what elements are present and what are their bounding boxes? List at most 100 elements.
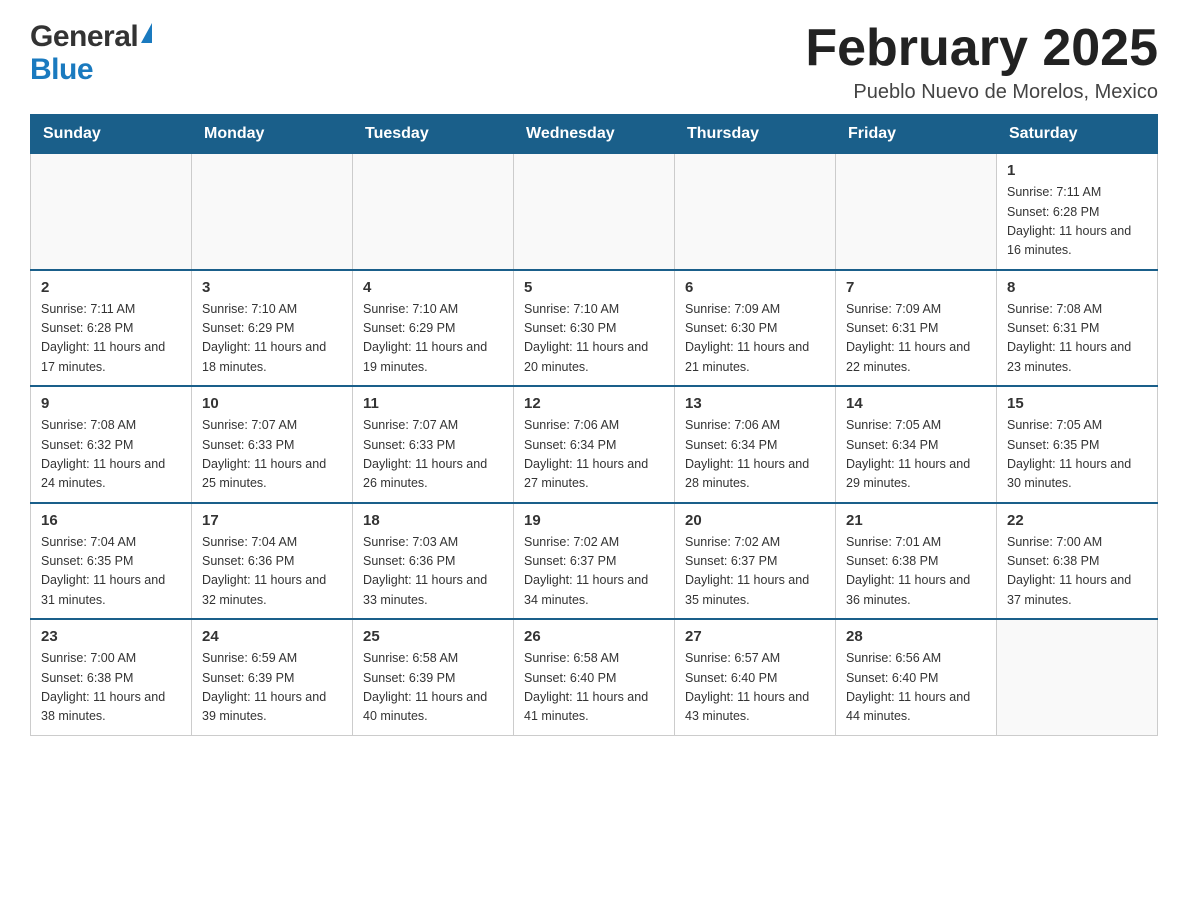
calendar-day-cell: 18 Sunrise: 7:03 AM Sunset: 6:36 PM Dayli… bbox=[353, 503, 514, 620]
calendar-day-cell: 9 Sunrise: 7:08 AM Sunset: 6:32 PM Daylig… bbox=[31, 386, 192, 503]
day-number: 26 bbox=[524, 628, 664, 645]
calendar-title: February 2025 bbox=[805, 20, 1158, 77]
calendar-subtitle: Pueblo Nuevo de Morelos, Mexico bbox=[805, 81, 1158, 104]
page-header: General Blue February 2025 Pueblo Nuevo … bbox=[30, 20, 1158, 104]
calendar-day-cell: 2 Sunrise: 7:11 AM Sunset: 6:28 PM Daylig… bbox=[31, 270, 192, 387]
calendar-day-cell: 13 Sunrise: 7:06 AM Sunset: 6:34 PM Dayli… bbox=[675, 386, 836, 503]
calendar-day-cell bbox=[353, 154, 514, 270]
calendar-week-row: 2 Sunrise: 7:11 AM Sunset: 6:28 PM Daylig… bbox=[31, 270, 1158, 387]
logo: General Blue bbox=[30, 20, 152, 86]
day-of-week-header: Tuesday bbox=[353, 115, 514, 154]
day-info: Sunrise: 7:08 AM Sunset: 6:32 PM Dayligh… bbox=[41, 416, 181, 494]
logo-blue-text: Blue bbox=[30, 53, 152, 86]
day-info: Sunrise: 7:10 AM Sunset: 6:29 PM Dayligh… bbox=[363, 300, 503, 378]
calendar-day-cell bbox=[997, 619, 1158, 735]
day-number: 12 bbox=[524, 395, 664, 412]
day-of-week-header: Monday bbox=[192, 115, 353, 154]
day-of-week-header: Wednesday bbox=[514, 115, 675, 154]
day-of-week-header: Friday bbox=[836, 115, 997, 154]
day-info: Sunrise: 7:10 AM Sunset: 6:29 PM Dayligh… bbox=[202, 300, 342, 378]
day-number: 18 bbox=[363, 512, 503, 529]
day-number: 9 bbox=[41, 395, 181, 412]
day-number: 22 bbox=[1007, 512, 1147, 529]
day-info: Sunrise: 7:11 AM Sunset: 6:28 PM Dayligh… bbox=[1007, 183, 1147, 261]
day-number: 3 bbox=[202, 279, 342, 296]
calendar-day-cell: 7Sunrise: 7:09 AM Sunset: 6:31 PM Daylig… bbox=[836, 270, 997, 387]
calendar-day-cell: 8Sunrise: 7:08 AM Sunset: 6:31 PM Daylig… bbox=[997, 270, 1158, 387]
calendar-day-cell bbox=[192, 154, 353, 270]
day-of-week-header: Sunday bbox=[31, 115, 192, 154]
day-info: Sunrise: 7:10 AM Sunset: 6:30 PM Dayligh… bbox=[524, 300, 664, 378]
calendar-day-cell: 24Sunrise: 6:59 AM Sunset: 6:39 PM Dayli… bbox=[192, 619, 353, 735]
day-number: 17 bbox=[202, 512, 342, 529]
calendar-day-cell: 25 Sunrise: 6:58 AM Sunset: 6:39 PM Dayli… bbox=[353, 619, 514, 735]
calendar-day-cell: 19 Sunrise: 7:02 AM Sunset: 6:37 PM Dayli… bbox=[514, 503, 675, 620]
day-number: 16 bbox=[41, 512, 181, 529]
calendar-day-cell bbox=[31, 154, 192, 270]
day-info: Sunrise: 7:02 AM Sunset: 6:37 PM Dayligh… bbox=[524, 533, 664, 611]
day-number: 11 bbox=[363, 395, 503, 412]
day-number: 14 bbox=[846, 395, 986, 412]
day-number: 8 bbox=[1007, 279, 1147, 296]
calendar-day-cell: 16 Sunrise: 7:04 AM Sunset: 6:35 PM Dayli… bbox=[31, 503, 192, 620]
day-number: 7 bbox=[846, 279, 986, 296]
calendar-week-row: 9 Sunrise: 7:08 AM Sunset: 6:32 PM Daylig… bbox=[31, 386, 1158, 503]
calendar-day-cell: 1 Sunrise: 7:11 AM Sunset: 6:28 PM Daylig… bbox=[997, 154, 1158, 270]
day-number: 24 bbox=[202, 628, 342, 645]
calendar-day-cell: 11 Sunrise: 7:07 AM Sunset: 6:33 PM Dayli… bbox=[353, 386, 514, 503]
day-info: Sunrise: 7:09 AM Sunset: 6:30 PM Dayligh… bbox=[685, 300, 825, 378]
day-info: Sunrise: 7:06 AM Sunset: 6:34 PM Dayligh… bbox=[685, 416, 825, 494]
day-of-week-header: Saturday bbox=[997, 115, 1158, 154]
day-info: Sunrise: 6:58 AM Sunset: 6:39 PM Dayligh… bbox=[363, 649, 503, 727]
day-number: 19 bbox=[524, 512, 664, 529]
day-number: 10 bbox=[202, 395, 342, 412]
calendar-week-row: 1 Sunrise: 7:11 AM Sunset: 6:28 PM Daylig… bbox=[31, 154, 1158, 270]
day-info: Sunrise: 7:00 AM Sunset: 6:38 PM Dayligh… bbox=[1007, 533, 1147, 611]
calendar-day-cell: 21 Sunrise: 7:01 AM Sunset: 6:38 PM Dayli… bbox=[836, 503, 997, 620]
day-info: Sunrise: 7:06 AM Sunset: 6:34 PM Dayligh… bbox=[524, 416, 664, 494]
day-info: Sunrise: 7:07 AM Sunset: 6:33 PM Dayligh… bbox=[202, 416, 342, 494]
calendar-week-row: 16 Sunrise: 7:04 AM Sunset: 6:35 PM Dayli… bbox=[31, 503, 1158, 620]
calendar-day-cell: 5Sunrise: 7:10 AM Sunset: 6:30 PM Daylig… bbox=[514, 270, 675, 387]
day-number: 1 bbox=[1007, 162, 1147, 179]
day-number: 20 bbox=[685, 512, 825, 529]
day-number: 21 bbox=[846, 512, 986, 529]
calendar-day-cell: 22 Sunrise: 7:00 AM Sunset: 6:38 PM Dayli… bbox=[997, 503, 1158, 620]
calendar-day-cell: 26 Sunrise: 6:58 AM Sunset: 6:40 PM Dayli… bbox=[514, 619, 675, 735]
calendar-day-cell: 3 Sunrise: 7:10 AM Sunset: 6:29 PM Daylig… bbox=[192, 270, 353, 387]
day-number: 13 bbox=[685, 395, 825, 412]
day-number: 4 bbox=[363, 279, 503, 296]
calendar-day-cell: 27Sunrise: 6:57 AM Sunset: 6:40 PM Dayli… bbox=[675, 619, 836, 735]
day-number: 15 bbox=[1007, 395, 1147, 412]
calendar-day-cell: 12 Sunrise: 7:06 AM Sunset: 6:34 PM Dayli… bbox=[514, 386, 675, 503]
calendar-day-cell: 15 Sunrise: 7:05 AM Sunset: 6:35 PM Dayli… bbox=[997, 386, 1158, 503]
calendar-day-cell bbox=[514, 154, 675, 270]
day-number: 23 bbox=[41, 628, 181, 645]
day-info: Sunrise: 7:07 AM Sunset: 6:33 PM Dayligh… bbox=[363, 416, 503, 494]
calendar-day-cell: 20 Sunrise: 7:02 AM Sunset: 6:37 PM Dayli… bbox=[675, 503, 836, 620]
day-info: Sunrise: 7:02 AM Sunset: 6:37 PM Dayligh… bbox=[685, 533, 825, 611]
day-number: 28 bbox=[846, 628, 986, 645]
day-info: Sunrise: 7:00 AM Sunset: 6:38 PM Dayligh… bbox=[41, 649, 181, 727]
calendar-table: SundayMondayTuesdayWednesdayThursdayFrid… bbox=[30, 114, 1158, 736]
day-info: Sunrise: 6:57 AM Sunset: 6:40 PM Dayligh… bbox=[685, 649, 825, 727]
calendar-day-cell bbox=[836, 154, 997, 270]
day-info: Sunrise: 7:05 AM Sunset: 6:35 PM Dayligh… bbox=[1007, 416, 1147, 494]
day-info: Sunrise: 6:58 AM Sunset: 6:40 PM Dayligh… bbox=[524, 649, 664, 727]
day-number: 25 bbox=[363, 628, 503, 645]
calendar-day-cell: 4 Sunrise: 7:10 AM Sunset: 6:29 PM Daylig… bbox=[353, 270, 514, 387]
calendar-header-row: SundayMondayTuesdayWednesdayThursdayFrid… bbox=[31, 115, 1158, 154]
day-info: Sunrise: 7:05 AM Sunset: 6:34 PM Dayligh… bbox=[846, 416, 986, 494]
day-info: Sunrise: 6:56 AM Sunset: 6:40 PM Dayligh… bbox=[846, 649, 986, 727]
day-info: Sunrise: 7:01 AM Sunset: 6:38 PM Dayligh… bbox=[846, 533, 986, 611]
day-of-week-header: Thursday bbox=[675, 115, 836, 154]
calendar-day-cell: 17 Sunrise: 7:04 AM Sunset: 6:36 PM Dayli… bbox=[192, 503, 353, 620]
day-info: Sunrise: 7:04 AM Sunset: 6:35 PM Dayligh… bbox=[41, 533, 181, 611]
day-info: Sunrise: 7:11 AM Sunset: 6:28 PM Dayligh… bbox=[41, 300, 181, 378]
title-section: February 2025 Pueblo Nuevo de Morelos, M… bbox=[805, 20, 1158, 104]
logo-general-text: General bbox=[30, 20, 152, 53]
day-info: Sunrise: 7:04 AM Sunset: 6:36 PM Dayligh… bbox=[202, 533, 342, 611]
day-info: Sunrise: 7:03 AM Sunset: 6:36 PM Dayligh… bbox=[363, 533, 503, 611]
calendar-day-cell: 28 Sunrise: 6:56 AM Sunset: 6:40 PM Dayli… bbox=[836, 619, 997, 735]
day-number: 2 bbox=[41, 279, 181, 296]
